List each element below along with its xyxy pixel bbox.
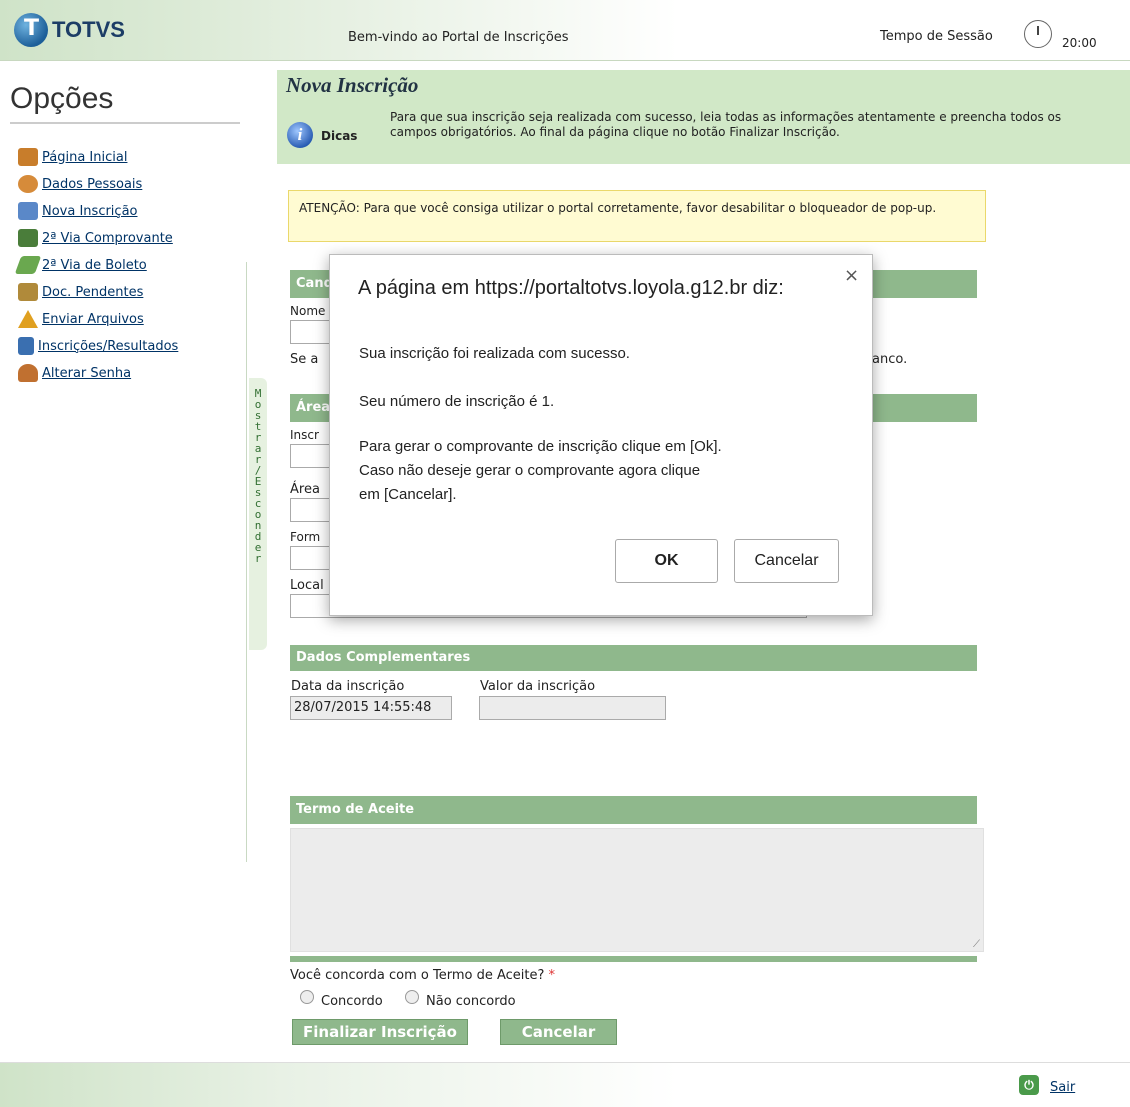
sidebar-item-label: Alterar Senha	[42, 365, 132, 381]
data-inscricao-label: Data da inscrição	[291, 679, 405, 694]
totvs-logo: T TOTVS	[14, 12, 125, 48]
sidebar-item-label: 2ª Via Comprovante	[42, 230, 173, 246]
popup-warning: ATENÇÃO: Para que você consiga utilizar …	[288, 190, 986, 242]
valor-inscricao-label: Valor da inscrição	[480, 679, 596, 694]
radio-nao-concordo-label: Não concordo	[426, 994, 516, 1009]
sidebar-item-enviar-arquivos[interactable]: Enviar Arquivos	[18, 310, 144, 328]
power-icon[interactable]: ⏻	[1019, 1075, 1039, 1095]
close-icon[interactable]: ×	[844, 265, 859, 286]
field-nome-label: Nome	[290, 304, 326, 318]
termo-textarea[interactable]: ⟋	[290, 828, 984, 952]
money-icon	[14, 256, 42, 274]
dialog-line-cancel-info: Caso não deseje gerar o comprovante agor…	[359, 462, 701, 479]
clock-icon	[1024, 20, 1052, 48]
sidebar-item-pagina-inicial[interactable]: Página Inicial	[18, 148, 127, 166]
page-title: Nova Inscrição	[286, 73, 419, 97]
radio-concordo[interactable]	[300, 990, 314, 1004]
info-icon: i	[287, 122, 313, 148]
sidebar-item-inscricoes-resultados[interactable]: Inscrições/Resultados	[18, 337, 178, 355]
field-local-label: Local	[290, 578, 324, 593]
dialog-cancel-button[interactable]: Cancelar	[734, 539, 839, 583]
logout-link[interactable]: Sair	[1050, 1080, 1075, 1095]
footer-bar	[0, 1062, 1130, 1107]
session-timer: 20:00	[1062, 36, 1097, 50]
sidebar-item-label: Dados Pessoais	[42, 176, 143, 192]
dialog-line-ok-info: Para gerar o comprovante de inscrição cl…	[359, 438, 722, 455]
data-inscricao-field: 28/07/2015 14:55:48	[290, 696, 452, 720]
warning-icon	[18, 310, 38, 328]
sidebar-item-nova-inscricao[interactable]: Nova Inscrição	[18, 202, 138, 220]
tips-label: Dicas	[321, 129, 358, 143]
sidebar-separator	[246, 262, 247, 862]
termo-bottom-bar	[290, 956, 977, 962]
sidebar-item-label: Doc. Pendentes	[42, 284, 144, 300]
list-icon	[18, 337, 34, 355]
home-icon	[18, 148, 38, 166]
sidebar-item-label: Inscrições/Resultados	[38, 338, 179, 354]
form-icon	[18, 202, 38, 220]
sidebar-item-label: Nova Inscrição	[42, 203, 138, 219]
text-anco: anco.	[872, 352, 908, 367]
valor-inscricao-field	[479, 696, 666, 720]
dialog-title: A página em https://portaltotvs.loyola.g…	[358, 277, 784, 299]
sidebar-item-label: 2ª Via de Boleto	[42, 257, 147, 273]
dialog-line-success: Sua inscrição foi realizada com sucesso.	[359, 345, 630, 362]
agree-question: Você concorda com o Termo de Aceite? *	[290, 968, 555, 983]
field-forma-label: Form	[290, 530, 321, 544]
sidebar-item-doc-pendentes[interactable]: Doc. Pendentes	[18, 283, 143, 301]
user-key-icon	[18, 364, 38, 382]
alert-dialog: A página em https://portaltotvs.loyola.g…	[329, 254, 873, 616]
sidebar-item-label: Enviar Arquivos	[42, 311, 144, 327]
dialog-line-number: Seu número de inscrição é 1.	[359, 393, 555, 410]
agree-question-text: Você concorda com o Termo de Aceite?	[290, 968, 545, 983]
sidebar-title: Opções	[10, 82, 114, 115]
tips-text: Para que sua inscrição seja realizada co…	[390, 110, 1062, 139]
sidebar-item-alterar-senha[interactable]: Alterar Senha	[18, 364, 131, 382]
field-area-label: Área	[290, 482, 320, 497]
sidebar-item-2a-via-comprovante[interactable]: 2ª Via Comprovante	[18, 229, 173, 247]
resize-handle-icon[interactable]: ⟋	[973, 939, 980, 950]
sidebar-toggle[interactable]: M o s t r a r / E s c o n d e r	[249, 378, 267, 650]
session-label: Tempo de Sessão	[880, 29, 993, 44]
welcome-message: Bem-vindo ao Portal de Inscrições	[348, 30, 569, 45]
logo-ball-icon: T	[14, 13, 48, 47]
radio-nao-concordo[interactable]	[405, 990, 419, 1004]
required-mark: *	[548, 968, 556, 983]
cancel-inscricao-button[interactable]: Cancelar	[500, 1019, 617, 1045]
logo-text: TOTVS	[52, 17, 125, 42]
finalize-button[interactable]: Finalizar Inscrição	[292, 1019, 468, 1045]
sidebar-item-dados-pessoais[interactable]: Dados Pessoais	[18, 175, 142, 193]
radio-concordo-label: Concordo	[321, 994, 383, 1009]
dialog-line-cancel-info-2: em [Cancelar].	[359, 486, 457, 503]
dialog-ok-button[interactable]: OK	[615, 539, 718, 583]
printer-icon	[18, 229, 38, 247]
section-termo: Termo de Aceite	[290, 796, 977, 824]
document-icon	[18, 283, 38, 301]
sidebar-toggle-label: M o s t r a r / E s c o n d e r	[254, 387, 262, 565]
sidebar-divider	[10, 122, 240, 124]
sidebar-item-label: Página Inicial	[42, 149, 128, 165]
users-icon	[18, 175, 38, 193]
field-inscricao-label: Inscr	[290, 428, 319, 442]
text-se-a: Se a	[290, 352, 319, 367]
sidebar-item-2a-via-boleto[interactable]: 2ª Via de Boleto	[14, 256, 147, 274]
section-complementares: Dados Complementares	[290, 645, 977, 671]
